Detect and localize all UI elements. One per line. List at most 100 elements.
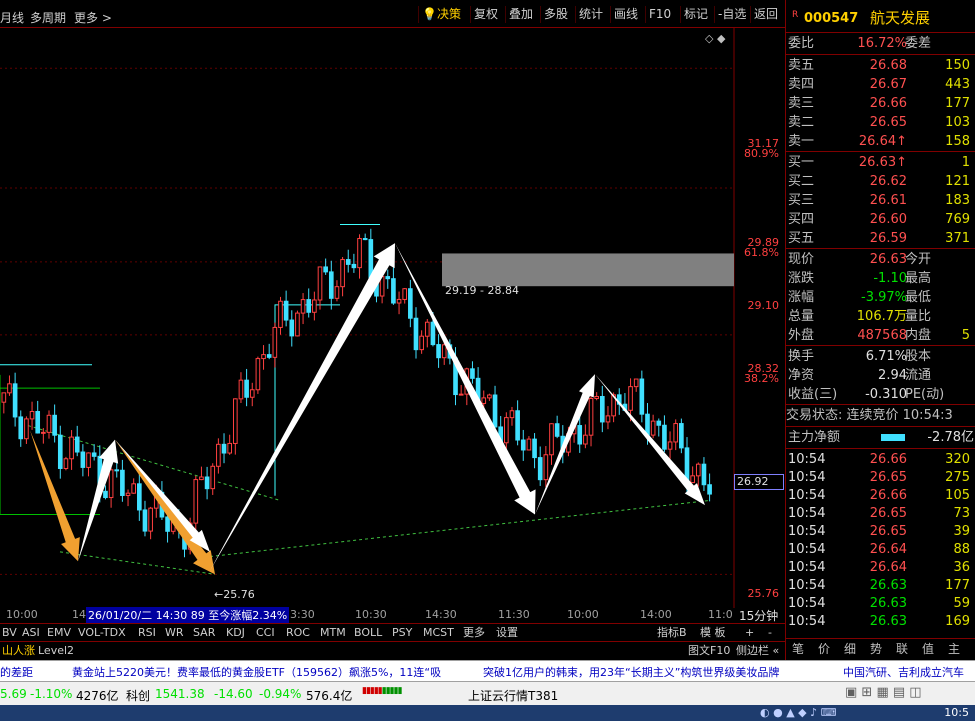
price-label: 29.10 xyxy=(747,299,780,312)
stat-label: 涨幅 xyxy=(788,290,815,305)
tab-sar[interactable]: SAR xyxy=(191,625,217,641)
decision-button[interactable]: 💡决策 xyxy=(418,6,464,23)
ask-price: 26.67 xyxy=(869,77,907,92)
candle-body xyxy=(317,266,323,301)
candle-body xyxy=(295,312,300,337)
index-pct: -0.94% xyxy=(259,687,302,701)
period-label[interactable]: 15分钟 xyxy=(739,607,778,624)
tab-settings[interactable]: 设置 xyxy=(494,625,520,641)
tab-detail[interactable]: 细 xyxy=(844,640,856,659)
tab-multi-period[interactable]: 多周期 xyxy=(30,9,66,26)
tab-main[interactable]: 主 xyxy=(948,640,960,659)
back-button[interactable]: 返回 xyxy=(750,6,781,23)
feed-status: 上证云行情T381 xyxy=(468,689,559,703)
index-pct: -1.10% xyxy=(30,687,73,701)
tab-rsi[interactable]: RSI xyxy=(136,625,158,641)
candle-body xyxy=(232,398,238,444)
stat-row: 收益(三) -0.310 PE(动) xyxy=(786,385,975,404)
tick-row: 10:54 26.64 88 xyxy=(786,540,975,559)
bid-label: 买四 xyxy=(788,212,815,227)
tab-template[interactable]: 模 板 xyxy=(698,625,728,641)
zoom-in-button[interactable]: + xyxy=(743,625,756,641)
candle-body xyxy=(125,492,131,496)
tab-monthly[interactable]: 月线 xyxy=(0,9,24,26)
tab-emv[interactable]: EMV xyxy=(45,625,73,641)
watchlist-button[interactable]: -自选 xyxy=(714,6,749,23)
candle-body xyxy=(131,483,137,494)
tab-vol-tdx[interactable]: VOL-TDX xyxy=(76,625,128,641)
tick-row: 10:54 26.66 320 xyxy=(786,450,975,469)
news-item[interactable]: 突破1亿用户的韩束，用23年“长期主义”构筑世界级美妆品牌 xyxy=(483,664,779,680)
news-item[interactable]: 中国汽研、吉利成立汽车 xyxy=(843,664,964,680)
tab-cci[interactable]: CCI xyxy=(254,625,277,641)
news-item[interactable]: 的差距 xyxy=(0,664,33,680)
tab-linked[interactable]: 联 xyxy=(896,640,908,659)
candle-body xyxy=(204,476,210,490)
tick-volume: 39 xyxy=(953,524,970,539)
tab-boll[interactable]: BOLL xyxy=(352,625,384,641)
candle-body xyxy=(430,321,436,346)
candle-body xyxy=(492,394,498,428)
news-ticker[interactable]: 的差距 黄金站上5220美元！费率最低的黄金股ETF（159562）飙涨5%，1… xyxy=(0,660,975,681)
candle-body xyxy=(227,442,232,454)
candle-body xyxy=(639,378,645,415)
tab-indicator-b[interactable]: 指标B xyxy=(655,625,689,641)
tick-price: 26.66 xyxy=(869,452,907,467)
f10-button[interactable]: F10 xyxy=(645,6,674,23)
bulb-icon: 💡 xyxy=(422,7,437,21)
tab-shanren[interactable]: 山人涨 xyxy=(0,643,37,659)
stat-value: -3.97% xyxy=(861,290,907,305)
sidebar-toggle[interactable]: 侧边栏 « xyxy=(734,643,781,659)
tab-asi[interactable]: ASI xyxy=(20,625,42,641)
kline-chart[interactable]: ◇ ◆ 31.17 80.9% 29.89 61.8% 29.10 28.32 38.… xyxy=(0,28,785,608)
tab-wr[interactable]: WR xyxy=(163,625,186,641)
stat-value: -0.310 xyxy=(865,387,907,402)
tab-psy[interactable]: PSY xyxy=(390,625,414,641)
overlay-button[interactable]: 叠加 xyxy=(505,6,536,23)
tab-f10-text[interactable]: 图文F10 xyxy=(686,643,732,659)
tab-trades[interactable]: 笔 xyxy=(792,640,804,659)
tray-icons[interactable]: ◐ ● ▲ ◆ ♪ ⌨ xyxy=(760,706,837,719)
stats-button[interactable]: 统计 xyxy=(575,6,606,23)
bid-label: 买一 xyxy=(788,155,815,170)
tab-mcst[interactable]: MCST xyxy=(421,625,456,641)
draw-line-button[interactable]: 画线 xyxy=(610,6,641,23)
stat-value: -1.10 xyxy=(873,271,907,286)
candle-body xyxy=(509,410,515,419)
chart-toolbar: 月线 多周期 更多 > 💡决策 复权 叠加 多股 统计 画线 F10 标记 -自… xyxy=(0,0,785,28)
candle-body xyxy=(362,238,368,241)
candle-body xyxy=(306,299,312,313)
tick-row: 10:54 26.63 169 xyxy=(786,612,975,631)
tab-kdj[interactable]: KDJ xyxy=(224,625,247,641)
diamond-icon[interactable]: ◇ ◆ xyxy=(705,32,725,45)
candle-body xyxy=(487,394,492,399)
candle-body xyxy=(137,483,142,511)
ask-label: 卖二 xyxy=(788,115,815,130)
tab-level2[interactable]: Level2 xyxy=(36,643,76,659)
tab-bv[interactable]: BV xyxy=(0,625,19,641)
trend-line xyxy=(209,499,711,558)
multi-stock-button[interactable]: 多股 xyxy=(540,6,571,23)
mark-button[interactable]: 标记 xyxy=(680,6,711,23)
tab-value[interactable]: 值 xyxy=(922,640,934,659)
zoom-out-button[interactable]: - xyxy=(766,625,774,641)
stat-row: 现价 26.63 今开 xyxy=(786,250,975,269)
candle-body xyxy=(436,344,441,359)
adjust-button[interactable]: 复权 xyxy=(470,6,501,23)
tab-roc[interactable]: ROC xyxy=(284,625,312,641)
candle-body xyxy=(532,438,537,459)
tab-trend[interactable]: 势 xyxy=(870,640,882,659)
low-annotation: ←25.76 xyxy=(214,588,255,601)
tab-more[interactable]: 更多 xyxy=(461,625,487,641)
tab-price[interactable]: 价 xyxy=(818,640,830,659)
more-menu[interactable]: 更多 > xyxy=(74,9,112,26)
stat-row: 总量 106.7万 量比 xyxy=(786,307,975,326)
tool-icons[interactable]: ▣ ⊞ ▦ ▤ ◫ xyxy=(845,685,922,700)
time-label: 14:30 xyxy=(425,608,457,621)
bid-label: 买五 xyxy=(788,231,815,246)
news-item[interactable]: 黄金站上5220美元！费率最低的黄金股ETF（159562）飙涨5%，11连“吸 xyxy=(72,664,441,680)
tab-mtm[interactable]: MTM xyxy=(318,625,348,641)
bid-row: 买五 26.59 371 xyxy=(786,229,975,248)
tick-time: 10:54 xyxy=(788,524,826,539)
trend-arrow xyxy=(115,439,215,575)
